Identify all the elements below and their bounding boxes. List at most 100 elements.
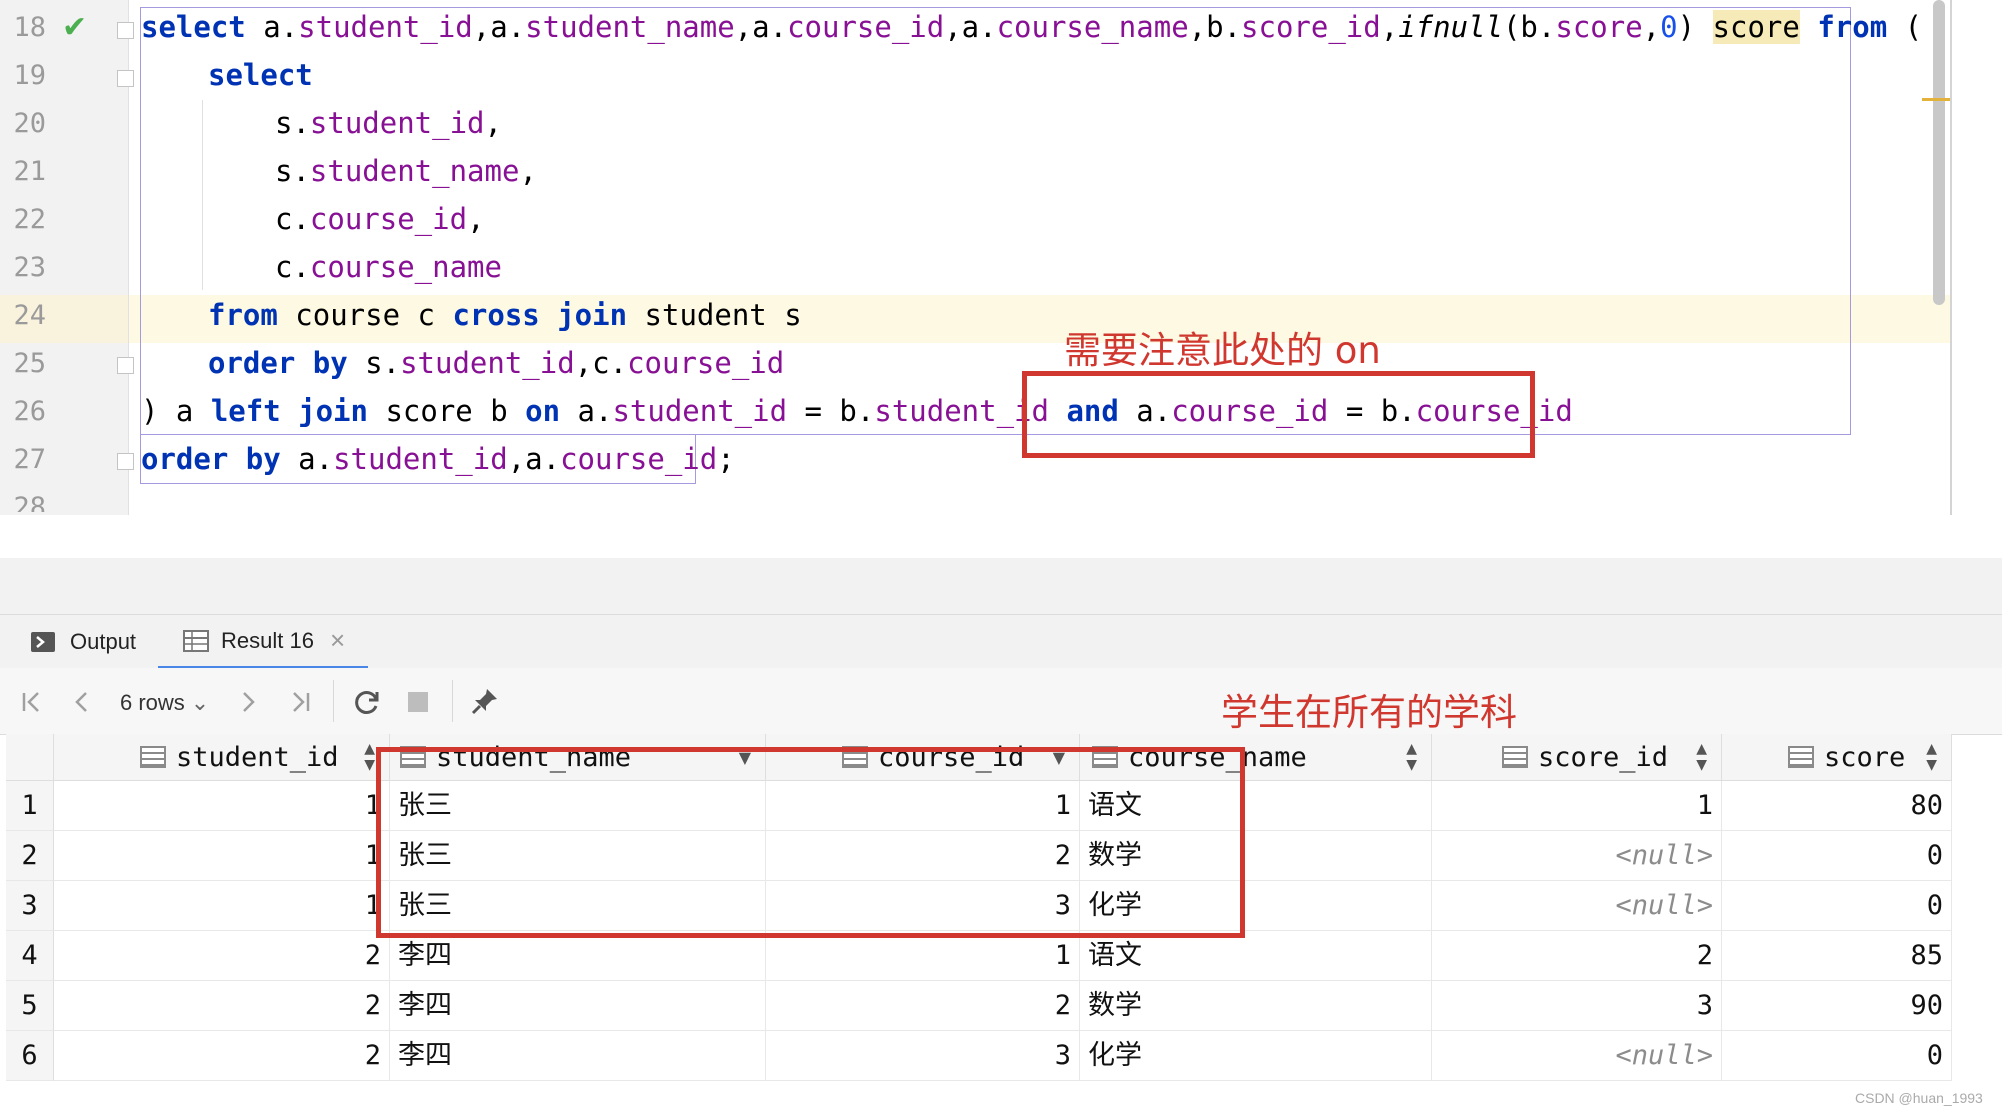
token: student_id — [298, 10, 473, 44]
pin-icon[interactable] — [470, 686, 500, 716]
cell-course-id[interactable]: 3 — [766, 1031, 1080, 1081]
cell-score[interactable]: 80 — [1722, 781, 1952, 831]
editor-scrollbar[interactable] — [1933, 0, 1945, 305]
cell-course-name[interactable]: 数学 — [1080, 981, 1432, 1031]
cell-course-name[interactable]: 化学 — [1080, 1031, 1432, 1081]
line-number: 20 — [13, 108, 46, 139]
rows-selector[interactable]: 6 rows ⌄ — [120, 690, 209, 716]
token: student_id — [400, 346, 575, 380]
token: student_id — [612, 394, 788, 428]
column-icon — [1502, 746, 1528, 768]
annotation-highlight-on-clause — [1022, 371, 1535, 458]
refresh-icon[interactable] — [352, 687, 382, 717]
line-number: 18 — [13, 12, 46, 43]
token: student_id — [333, 442, 508, 476]
toolbar-separator — [452, 680, 453, 722]
token: ifnull — [1398, 10, 1503, 44]
token: c. — [275, 202, 310, 236]
cell-score-id[interactable]: <null> — [1432, 881, 1722, 931]
watermark: CSDN @huan_1993 — [1855, 1090, 1983, 1106]
fold-marker-icon[interactable] — [117, 70, 134, 87]
next-page-icon[interactable] — [238, 690, 258, 714]
line-number: 28 — [13, 492, 46, 512]
sort-icon[interactable]: ▲ ▼ — [1926, 741, 1937, 773]
cell-score[interactable]: 85 — [1722, 931, 1952, 981]
row-number[interactable]: 6 — [6, 1031, 54, 1081]
cell-score[interactable]: 0 — [1722, 1031, 1952, 1081]
code-line-23[interactable]: c.course_name — [275, 250, 502, 284]
code-line-18[interactable]: select a.student_id,a.student_name,a.cou… — [141, 10, 1922, 44]
first-page-icon[interactable] — [20, 690, 46, 714]
prev-page-icon[interactable] — [72, 690, 92, 714]
run-success-check-icon[interactable]: ✔ — [62, 10, 87, 45]
close-icon[interactable]: × — [330, 625, 345, 656]
cell-score[interactable]: 90 — [1722, 981, 1952, 1031]
token: s. — [275, 106, 310, 140]
cell-student-id[interactable]: 2 — [54, 981, 390, 1031]
cell-score-id[interactable]: <null> — [1432, 831, 1722, 881]
token: c. — [275, 250, 310, 284]
column-header-score-id[interactable]: score_id ▲ ▼ — [1432, 734, 1722, 781]
column-header-student-id[interactable]: student_id ▲ ▼ — [54, 734, 390, 781]
cell-score-id[interactable]: <null> — [1432, 1031, 1722, 1081]
token: ,c. — [574, 346, 628, 380]
cell-course-name[interactable]: 语文 — [1080, 931, 1432, 981]
cell-student-name[interactable]: 李四 — [390, 981, 766, 1031]
cell-score[interactable]: 0 — [1722, 881, 1952, 931]
token: (b. — [1502, 10, 1556, 44]
tab-result-16[interactable]: Result 16 × — [158, 615, 368, 669]
column-header-score[interactable]: score ▲ ▼ — [1722, 734, 1952, 781]
cell-student-id[interactable]: 1 — [54, 881, 390, 931]
sort-icon[interactable]: ▲ ▼ — [364, 741, 375, 773]
code-line-22[interactable]: c.course_id, — [275, 202, 485, 236]
code-line-21[interactable]: s.student_name, — [275, 154, 537, 188]
annotation-note-on: 需要注意此处的 on — [1064, 329, 1381, 372]
code-line-24[interactable]: from course c cross join student s — [208, 298, 802, 332]
row-number[interactable]: 4 — [6, 931, 54, 981]
cell-course-id[interactable]: 1 — [766, 931, 1080, 981]
sort-icon[interactable]: ▲ ▼ — [1696, 741, 1707, 773]
cell-score-id[interactable]: 2 — [1432, 931, 1722, 981]
token: left join — [210, 394, 368, 428]
annotation-note-subjects: 学生在所有的学科 — [1221, 691, 1517, 734]
cell-course-id[interactable]: 2 — [766, 981, 1080, 1031]
cell-student-name[interactable]: 李四 — [390, 1031, 766, 1081]
stop-icon[interactable] — [406, 690, 430, 714]
code-line-27[interactable]: order by a.student_id,a.course_id; — [141, 442, 735, 476]
sql-editor[interactable]: 18 19 20 21 22 23 24 25 26 27 28 ✔ selec… — [0, 0, 1952, 515]
cell-student-id[interactable]: 2 — [54, 1031, 390, 1081]
token: s. — [275, 154, 310, 188]
cell-score[interactable]: 0 — [1722, 831, 1952, 881]
cell-student-name[interactable]: 李四 — [390, 931, 766, 981]
code-line-19[interactable]: select — [208, 58, 313, 92]
sort-icon[interactable]: ▲ ▼ — [1406, 741, 1417, 773]
fold-marker-icon[interactable] — [117, 22, 134, 39]
row-number[interactable]: 1 — [6, 781, 54, 831]
code-line-25[interactable]: order by s.student_id,c.course_id — [208, 346, 784, 380]
fold-marker-icon[interactable] — [117, 357, 134, 374]
panel-gap — [0, 558, 2002, 614]
cell-student-id[interactable]: 1 — [54, 781, 390, 831]
row-number[interactable]: 5 — [6, 981, 54, 1031]
row-number[interactable]: 3 — [6, 881, 54, 931]
code-line-20[interactable]: s.student_id, — [275, 106, 502, 140]
token: order by — [208, 346, 348, 380]
cell-score-id[interactable]: 1 — [1432, 781, 1722, 831]
result-toolbar — [0, 668, 2002, 735]
token: 0 — [1660, 10, 1678, 44]
token: select — [208, 58, 313, 92]
toolbar-separator — [333, 680, 334, 722]
cell-student-id[interactable]: 1 — [54, 831, 390, 881]
token: student s — [627, 298, 802, 332]
fold-marker-icon[interactable] — [117, 453, 134, 470]
warning-stripe-marker[interactable] — [1922, 98, 1950, 101]
tab-output[interactable]: Output — [30, 615, 136, 669]
token: , — [519, 154, 537, 188]
cell-score-id[interactable]: 3 — [1432, 981, 1722, 1031]
line-number: 21 — [13, 156, 46, 187]
indent-guide — [202, 100, 203, 290]
cell-student-id[interactable]: 2 — [54, 931, 390, 981]
last-page-icon[interactable] — [286, 690, 312, 714]
row-number[interactable]: 2 — [6, 831, 54, 881]
